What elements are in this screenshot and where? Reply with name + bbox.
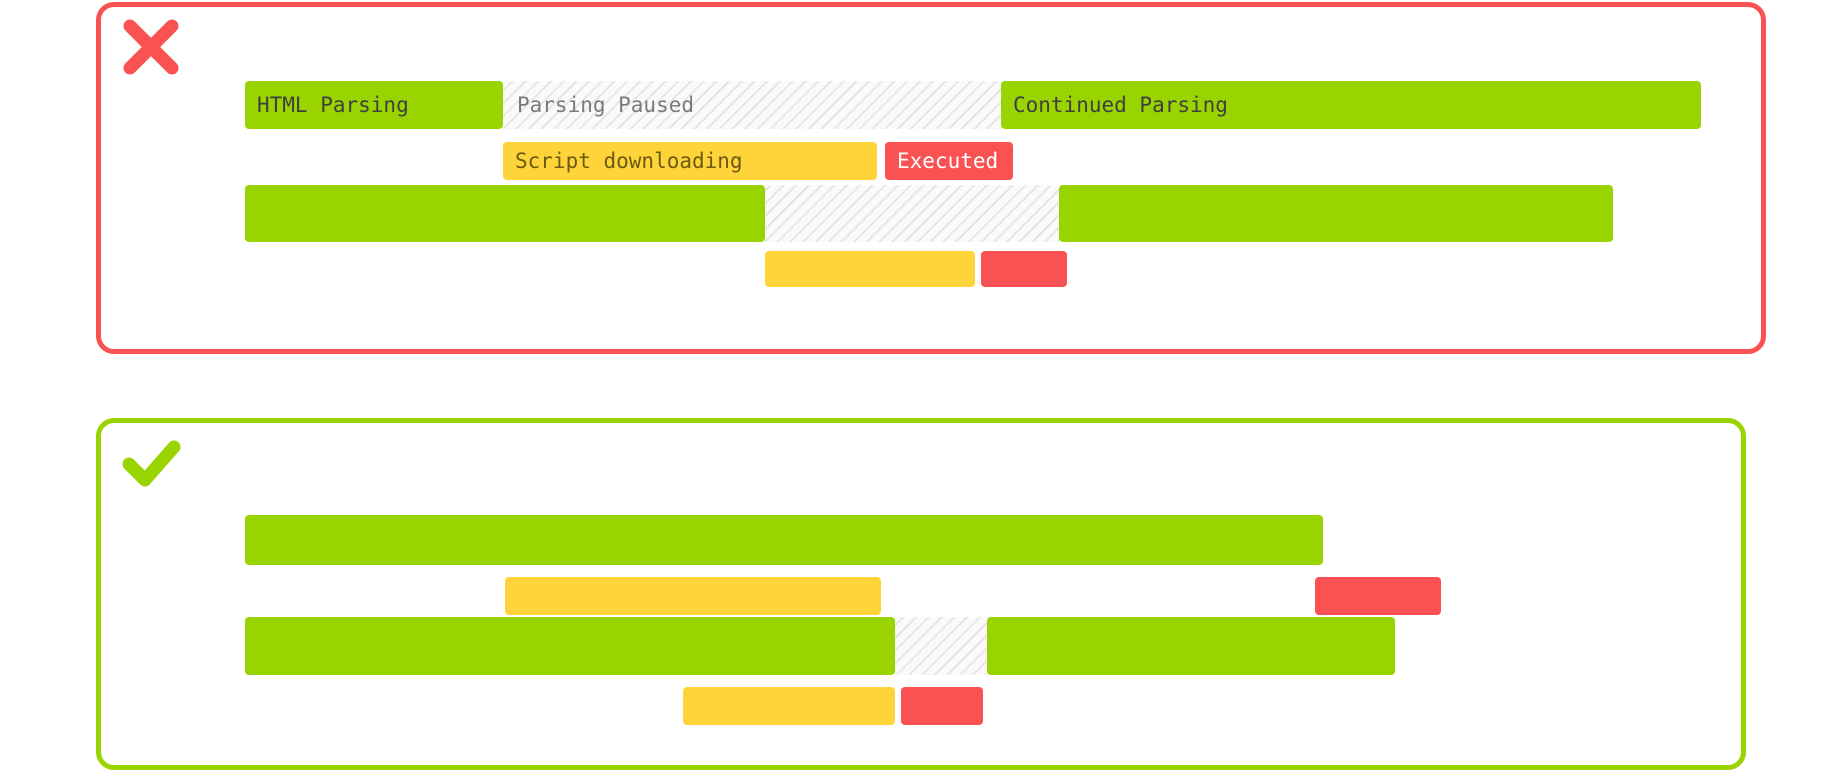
main-thread-row-segment-green: HTML Parsing xyxy=(245,81,503,129)
main-thread-row-2-segment-green xyxy=(245,617,895,675)
main-thread-row-2-segment-hatch xyxy=(765,185,1059,242)
script-row-segment-red xyxy=(1315,577,1441,615)
blocking-script-panel: HTML Parsing Parsing Paused Continued Pars… xyxy=(96,2,1766,354)
main-thread-row-segment-green xyxy=(245,515,1323,565)
timeline-diagram: HTML Parsing Parsing Paused Continued Pars… xyxy=(0,0,1824,772)
script-row-segment-yellow: Script downloading xyxy=(503,142,877,180)
main-thread-row-2-segment-green xyxy=(987,617,1395,675)
main-thread-row-2-segment-hatch xyxy=(895,617,987,675)
segment-label: Executed xyxy=(897,148,999,173)
main-thread-row-2-segment-green xyxy=(245,185,765,242)
main-thread-row-2-segment-green xyxy=(1059,185,1613,242)
script-row-segment-red: Executed xyxy=(885,142,1013,180)
good-timeline-track xyxy=(101,423,1741,765)
bad-timeline-track: HTML Parsing Parsing Paused Continued Pars… xyxy=(101,7,1761,349)
script-row-2-segment-yellow xyxy=(765,251,975,287)
segment-label: Parsing Paused xyxy=(517,92,695,117)
main-thread-row-segment-green: Continued Parsing xyxy=(1001,81,1701,129)
async-script-panel xyxy=(96,418,1746,770)
script-row-2-segment-red xyxy=(901,687,983,725)
main-thread-row-segment-hatch: Parsing Paused xyxy=(503,81,1001,129)
script-row-2-segment-red xyxy=(981,251,1067,287)
segment-label: HTML Parsing xyxy=(257,92,409,117)
script-row-segment-yellow xyxy=(505,577,881,615)
segment-label: Continued Parsing xyxy=(1013,92,1228,117)
script-row-2-segment-yellow xyxy=(683,687,895,725)
segment-label: Script downloading xyxy=(515,148,743,173)
